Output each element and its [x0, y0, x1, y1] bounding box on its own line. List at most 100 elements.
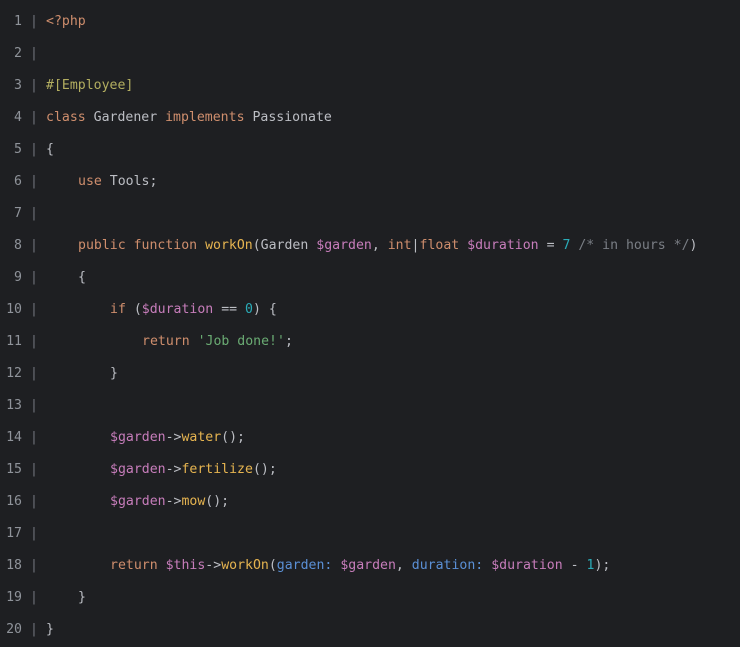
code-line[interactable]: 20 |} — [0, 614, 54, 646]
code-token-default: Tools; — [101, 174, 158, 189]
code-token-default: -> — [165, 462, 182, 477]
code-token-default: - — [562, 558, 587, 573]
line-number: 12 — [6, 366, 22, 381]
code-token-function: workOn — [205, 238, 253, 253]
code-token-variable: $duration — [467, 238, 539, 253]
line-number: 19 — [6, 590, 22, 605]
line-number: 2 — [14, 46, 22, 61]
code-token-default: = — [538, 238, 563, 253]
gutter-separator: | — [30, 398, 38, 413]
line-number: 11 — [6, 334, 22, 349]
code-token-variable: $garden — [110, 462, 166, 477]
code-line[interactable]: 10 | if ($duration == 0) { — [0, 294, 277, 326]
code-token-function: water — [181, 430, 222, 445]
code-token-variable: $duration — [141, 302, 214, 317]
code-token-keyword: return — [110, 558, 158, 573]
line-number: 18 — [6, 558, 22, 573]
code-token-keyword: int — [387, 238, 412, 253]
code-editor[interactable]: 1 | <?php 2 | 3 | #[Employee] 4 | class Gardener i… — [0, 0, 740, 647]
code-line[interactable]: 7 | — [0, 198, 46, 230]
code-token-default: == — [213, 302, 246, 317]
code-token-default: Gardener — [85, 110, 166, 125]
line-number: 20 — [6, 622, 22, 637]
code-token-default: (); — [252, 462, 277, 477]
code-token-attribute: #[Employee] — [46, 78, 134, 93]
code-line[interactable]: 13 | — [0, 390, 46, 422]
gutter-separator: | — [30, 366, 38, 381]
code-line[interactable]: 9 | { — [0, 262, 86, 294]
code-token-keyword: use — [78, 174, 102, 189]
line-number: 15 — [6, 462, 22, 477]
code-token-comment: /* in hours */ — [578, 238, 690, 253]
code-line[interactable]: 14 | $garden->water(); — [0, 422, 245, 454]
code-token-default: (); — [205, 494, 230, 509]
code-token-default: (Garden — [252, 238, 317, 253]
code-token-default: , — [395, 558, 412, 573]
gutter-separator: | — [30, 110, 38, 125]
gutter-separator: | — [30, 494, 38, 509]
code-line[interactable]: 8 | public function workOn(Garden $garden,… — [0, 230, 697, 262]
line-number: 17 — [6, 526, 22, 541]
code-line[interactable]: 19 |} — [0, 582, 86, 614]
gutter-separator: | — [30, 14, 38, 29]
code-token-variable: $this — [165, 558, 206, 573]
code-token-default — [158, 558, 166, 573]
gutter-separator: | — [30, 270, 38, 285]
gutter-separator: | — [30, 206, 38, 221]
code-token-default: ; — [284, 334, 293, 349]
code-token-keyword: if — [110, 302, 126, 317]
code-line[interactable]: 11 | return 'Job done!'; — [0, 326, 293, 358]
code-line[interactable]: 3 | #[Employee] — [0, 70, 133, 102]
code-line[interactable]: 18 | return $this->workOn(garden: $garden,… — [0, 550, 610, 582]
line-number: 1 — [14, 14, 22, 29]
gutter-separator: | — [30, 526, 38, 541]
gutter-separator: | — [30, 174, 38, 189]
code-token-keyword: public — [78, 238, 126, 253]
gutter-separator: | — [30, 46, 38, 61]
code-token-keyword: <?php — [46, 14, 86, 29]
code-token-default — [483, 558, 491, 573]
code-token-default: -> — [205, 558, 222, 573]
line-number: 6 — [14, 174, 22, 189]
code-token-keyword: class — [46, 110, 86, 125]
code-line[interactable]: 15 | $garden->fertilize(); — [0, 454, 277, 486]
line-number: 13 — [6, 398, 22, 413]
code-token-keyword: function — [133, 238, 198, 253]
line-number: 16 — [6, 494, 22, 509]
code-line[interactable]: 6 | use Tools; — [0, 166, 157, 198]
gutter-separator: | — [30, 78, 38, 93]
code-token-default — [459, 238, 467, 253]
code-token-default — [126, 238, 134, 253]
gutter-separator: | — [30, 590, 38, 605]
code-token-variable: $garden — [340, 558, 396, 573]
code-line[interactable]: 12 |} — [0, 358, 118, 390]
code-token-string: 'Job done!' — [197, 334, 285, 349]
code-token-default: ) — [689, 238, 698, 253]
gutter-separator: | — [30, 238, 38, 253]
code-token-default — [197, 238, 205, 253]
code-token-default: | — [411, 238, 420, 253]
line-number: 4 — [14, 110, 22, 125]
code-line[interactable]: 2 | — [0, 38, 46, 70]
line-number: 7 — [14, 206, 22, 221]
code-token-default: } — [78, 590, 86, 605]
code-token-variable: $garden — [110, 430, 166, 445]
code-token-default: ( — [125, 302, 142, 317]
code-token-default: Passionate — [244, 110, 332, 125]
line-number: 9 — [14, 270, 22, 285]
code-token-function: mow — [181, 494, 206, 509]
line-number: 5 — [14, 142, 22, 157]
code-token-default: } — [110, 366, 118, 381]
code-token-default — [190, 334, 198, 349]
code-line[interactable]: 1 | <?php — [0, 6, 86, 38]
code-line[interactable]: 16 | $garden->mow(); — [0, 486, 229, 518]
code-token-keyword: float — [419, 238, 460, 253]
gutter-separator: | — [30, 462, 38, 477]
line-number: 10 — [6, 302, 22, 317]
code-line[interactable]: 4 | class Gardener implements Passionate — [0, 102, 332, 134]
code-line[interactable]: 17 | — [0, 518, 46, 550]
code-token-default: , — [371, 238, 388, 253]
code-token-default: -> — [165, 430, 182, 445]
code-token-default: (); — [221, 430, 245, 445]
code-line[interactable]: 5 | { — [0, 134, 54, 166]
